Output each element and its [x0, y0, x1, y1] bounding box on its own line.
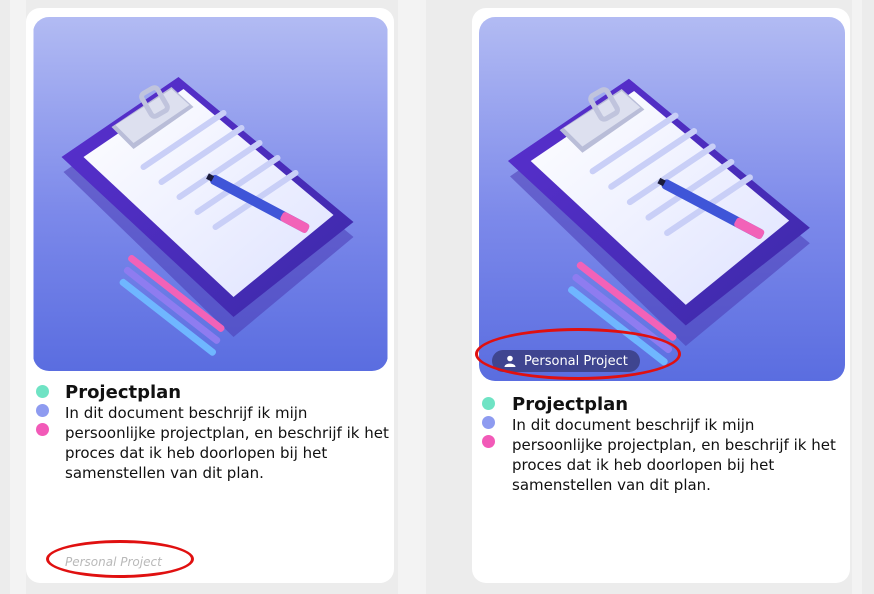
dot-pink — [482, 435, 495, 448]
user-icon — [504, 355, 516, 367]
project-card-2[interactable]: Personal Project Projectplan In dit docu… — [472, 8, 850, 583]
card-description: In dit document beschrijf ik mijn persoo… — [512, 416, 836, 494]
color-dots — [36, 385, 49, 442]
background-stripe-middle — [398, 0, 426, 594]
card-title: Projectplan — [512, 394, 629, 415]
background-stripe-left — [10, 0, 26, 594]
background-stripe-right — [852, 0, 862, 594]
dot-lavender — [482, 416, 495, 429]
card-footer-label: Personal Project — [65, 555, 162, 569]
card-description: In dit document beschrijf ik mijn persoo… — [65, 404, 389, 482]
card-image-clipboard — [33, 17, 388, 371]
dot-teal — [36, 385, 49, 398]
clipboard-illustration — [479, 17, 845, 381]
card-image-clipboard — [479, 17, 845, 381]
dot-lavender — [36, 404, 49, 417]
card-title: Projectplan — [65, 382, 182, 403]
color-dots — [482, 397, 495, 454]
personal-project-badge: Personal Project — [492, 350, 640, 372]
project-card-1[interactable]: Projectplan In dit document beschrijf ik… — [26, 8, 394, 583]
badge-label: Personal Project — [524, 353, 628, 369]
dot-teal — [482, 397, 495, 410]
dot-pink — [36, 423, 49, 436]
clipboard-illustration — [33, 17, 388, 371]
